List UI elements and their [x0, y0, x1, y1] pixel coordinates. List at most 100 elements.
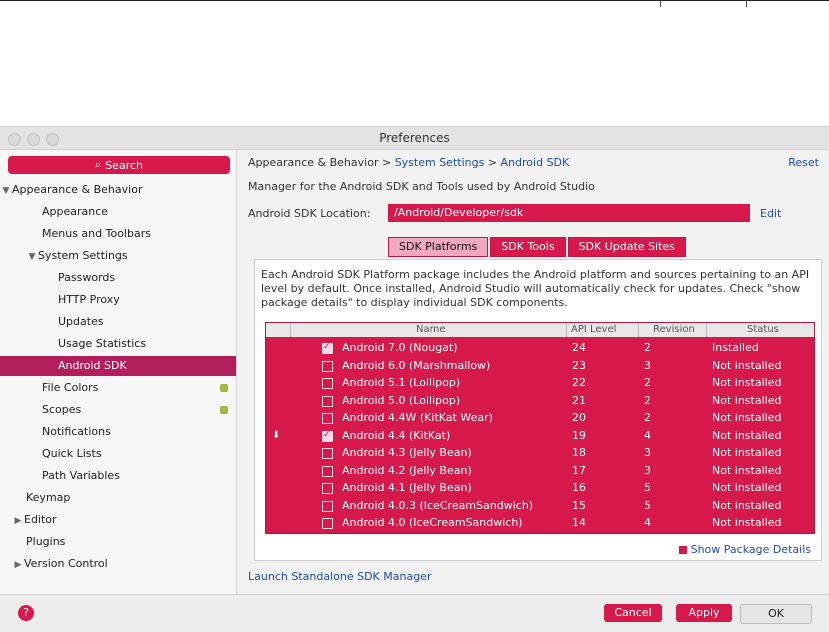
tree-item-android-sdk[interactable]: Android SDK: [0, 356, 236, 376]
row-checkbox[interactable]: [322, 360, 333, 372]
sdk-tabs: SDK Platforms SDK Tools SDK Update Sites: [388, 237, 688, 257]
dialog-footer: ? Cancel Apply OK: [0, 594, 829, 632]
tree-label: Android SDK: [58, 359, 127, 372]
row-status: Not installed: [712, 376, 782, 389]
ok-button[interactable]: OK: [740, 604, 812, 624]
search-field[interactable]: ⌕ Search: [8, 156, 230, 174]
tab-sdk-tools[interactable]: SDK Tools: [490, 237, 566, 257]
help-button[interactable]: ?: [18, 605, 34, 621]
row-revision: 4: [644, 428, 651, 442]
row-name: Android 5.1 (Lollipop): [342, 376, 461, 389]
table-row[interactable]: Android 7.0 (Nougat) 24 2 Installed: [266, 339, 814, 357]
row-checkbox[interactable]: [322, 395, 333, 407]
row-checkbox[interactable]: [322, 465, 333, 477]
tree-label: Editor: [24, 513, 57, 526]
table-row[interactable]: ⬇ Android 4.4 (KitKat) 19 4 Not installe…: [266, 427, 814, 445]
tree-label: Quick Lists: [42, 447, 102, 460]
tree-item-appearance[interactable]: Appearance: [0, 202, 278, 222]
settings-content: Appearance & Behavior > System Settings …: [240, 150, 829, 594]
tree-item-scopes[interactable]: Scopes: [0, 400, 236, 420]
row-api-level: 22: [572, 376, 586, 389]
row-status: Not installed: [712, 498, 782, 512]
row-checkbox[interactable]: [322, 518, 333, 529]
apply-button[interactable]: Apply: [676, 604, 732, 622]
row-status: Not installed: [712, 463, 782, 477]
row-checkbox[interactable]: [322, 500, 333, 512]
tree-item-quick-lists[interactable]: Quick Lists: [0, 444, 278, 464]
show-details-checkbox[interactable]: [678, 545, 687, 554]
tree-label: Passwords: [58, 271, 116, 284]
chevron-right-icon[interactable]: ▶: [12, 555, 24, 575]
table-row[interactable]: Android 4.1 (Jelly Bean) 16 5 Not instal…: [266, 479, 814, 497]
preferences-window: Preferences ⌕ Search ▼ Appearance & Behav…: [0, 126, 829, 632]
row-api-level: 16: [572, 481, 586, 494]
tree-item-plugins[interactable]: Plugins: [0, 532, 262, 552]
table-header: Name API Level Revision Status: [266, 323, 814, 337]
chevron-down-icon[interactable]: ▼: [0, 181, 12, 201]
table-row[interactable]: Android 4.2 (Jelly Bean) 17 3 Not instal…: [266, 462, 814, 480]
row-checkbox[interactable]: [322, 427, 333, 444]
breadcrumb-part: Appearance & Behavior: [248, 156, 379, 169]
sdk-platforms-table: Name API Level Revision Status Android 7…: [265, 322, 815, 534]
row-checkbox[interactable]: [322, 448, 333, 459]
table-row[interactable]: Android 5.0 (Lollipop) 21 2 Not installe…: [266, 392, 814, 410]
table-row[interactable]: Android 5.1 (Lollipop) 22 2 Not installe…: [266, 374, 814, 392]
table-row[interactable]: Android 4.0.3 (IceCreamSandwich) 15 5 No…: [266, 497, 814, 515]
column-header-name[interactable]: Name: [416, 323, 446, 337]
column-header-api-level[interactable]: API Level: [566, 323, 616, 337]
breadcrumb-separator: >: [378, 156, 395, 169]
edit-sdk-location-link[interactable]: Edit: [760, 207, 781, 220]
row-revision: 4: [644, 516, 651, 529]
tree-item-system-settings[interactable]: ▼ System Settings: [0, 246, 262, 266]
cancel-button[interactable]: Cancel: [604, 604, 662, 622]
table-row[interactable]: Android 6.0 (Marshmallow) 23 3 Not insta…: [266, 357, 814, 375]
table-body: Android 7.0 (Nougat) 24 2 Installed Andr…: [266, 339, 814, 532]
sdk-location-field[interactable]: /Android/Developer/sdk: [388, 204, 750, 222]
table-row[interactable]: Android 4.4W (KitKat Wear) 20 2 Not inst…: [266, 409, 814, 427]
tree-item-menus-toolbars[interactable]: Menus and Toolbars: [0, 224, 278, 244]
tree-item-file-colors[interactable]: File Colors: [0, 378, 236, 398]
search-icon: ⌕: [95, 158, 102, 171]
screen-top-border: [0, 0, 829, 7]
row-revision: 2: [644, 376, 651, 389]
table-row[interactable]: Android 4.3 (Jelly Bean) 18 3 Not instal…: [266, 444, 814, 462]
tree-item-notifications[interactable]: Notifications: [0, 422, 278, 442]
panel-description: Each Android SDK Platform package includ…: [261, 268, 810, 309]
tree-item-keymap[interactable]: Keymap: [0, 488, 262, 508]
tree-item-path-variables[interactable]: Path Variables: [0, 466, 278, 486]
row-status: Installed: [712, 341, 759, 354]
row-status: Not installed: [712, 393, 782, 407]
project-level-icon: [220, 384, 228, 392]
tab-sdk-update-sites[interactable]: SDK Update Sites: [567, 237, 686, 257]
launch-standalone-sdk-link[interactable]: Launch Standalone SDK Manager: [248, 570, 431, 583]
tree-label: Menus and Toolbars: [42, 227, 151, 240]
row-checkbox[interactable]: [322, 378, 333, 389]
row-name: Android 5.0 (Lollipop): [342, 393, 461, 407]
tree-label: Version Control: [24, 557, 108, 570]
chevron-right-icon[interactable]: ▶: [12, 511, 24, 531]
table-row[interactable]: Android 4.0 (IceCreamSandwich) 14 4 Not …: [266, 514, 814, 532]
project-level-icon: [220, 406, 228, 414]
download-icon: ⬇: [272, 429, 281, 441]
tab-sdk-platforms[interactable]: SDK Platforms: [388, 237, 489, 257]
column-header-status[interactable]: Status: [706, 323, 779, 337]
row-status: Not installed: [712, 358, 782, 372]
row-name: Android 4.3 (Jelly Bean): [342, 446, 472, 459]
row-name: Android 4.2 (Jelly Bean): [342, 463, 472, 477]
tree-item-editor[interactable]: ▶ Editor: [0, 510, 248, 530]
column-toggle[interactable]: [290, 323, 294, 337]
row-checkbox[interactable]: [322, 483, 333, 494]
row-name: Android 4.4 (KitKat): [342, 428, 451, 442]
reset-link[interactable]: Reset: [788, 156, 819, 169]
row-revision: 2: [644, 341, 651, 354]
row-revision: 5: [644, 481, 651, 494]
chevron-down-icon[interactable]: ▼: [26, 247, 38, 267]
tree-item-version-control[interactable]: ▶ Version Control: [0, 554, 248, 574]
breadcrumb-link[interactable]: System Settings: [395, 156, 485, 169]
tree-item-appearance-behavior[interactable]: ▼ Appearance & Behavior: [0, 180, 236, 200]
column-header-revision[interactable]: Revision: [638, 323, 695, 337]
row-status: Not installed: [712, 516, 782, 529]
show-package-details-toggle[interactable]: Show Package Details: [678, 543, 811, 556]
row-checkbox[interactable]: [322, 413, 333, 424]
row-checkbox[interactable]: [322, 339, 333, 357]
